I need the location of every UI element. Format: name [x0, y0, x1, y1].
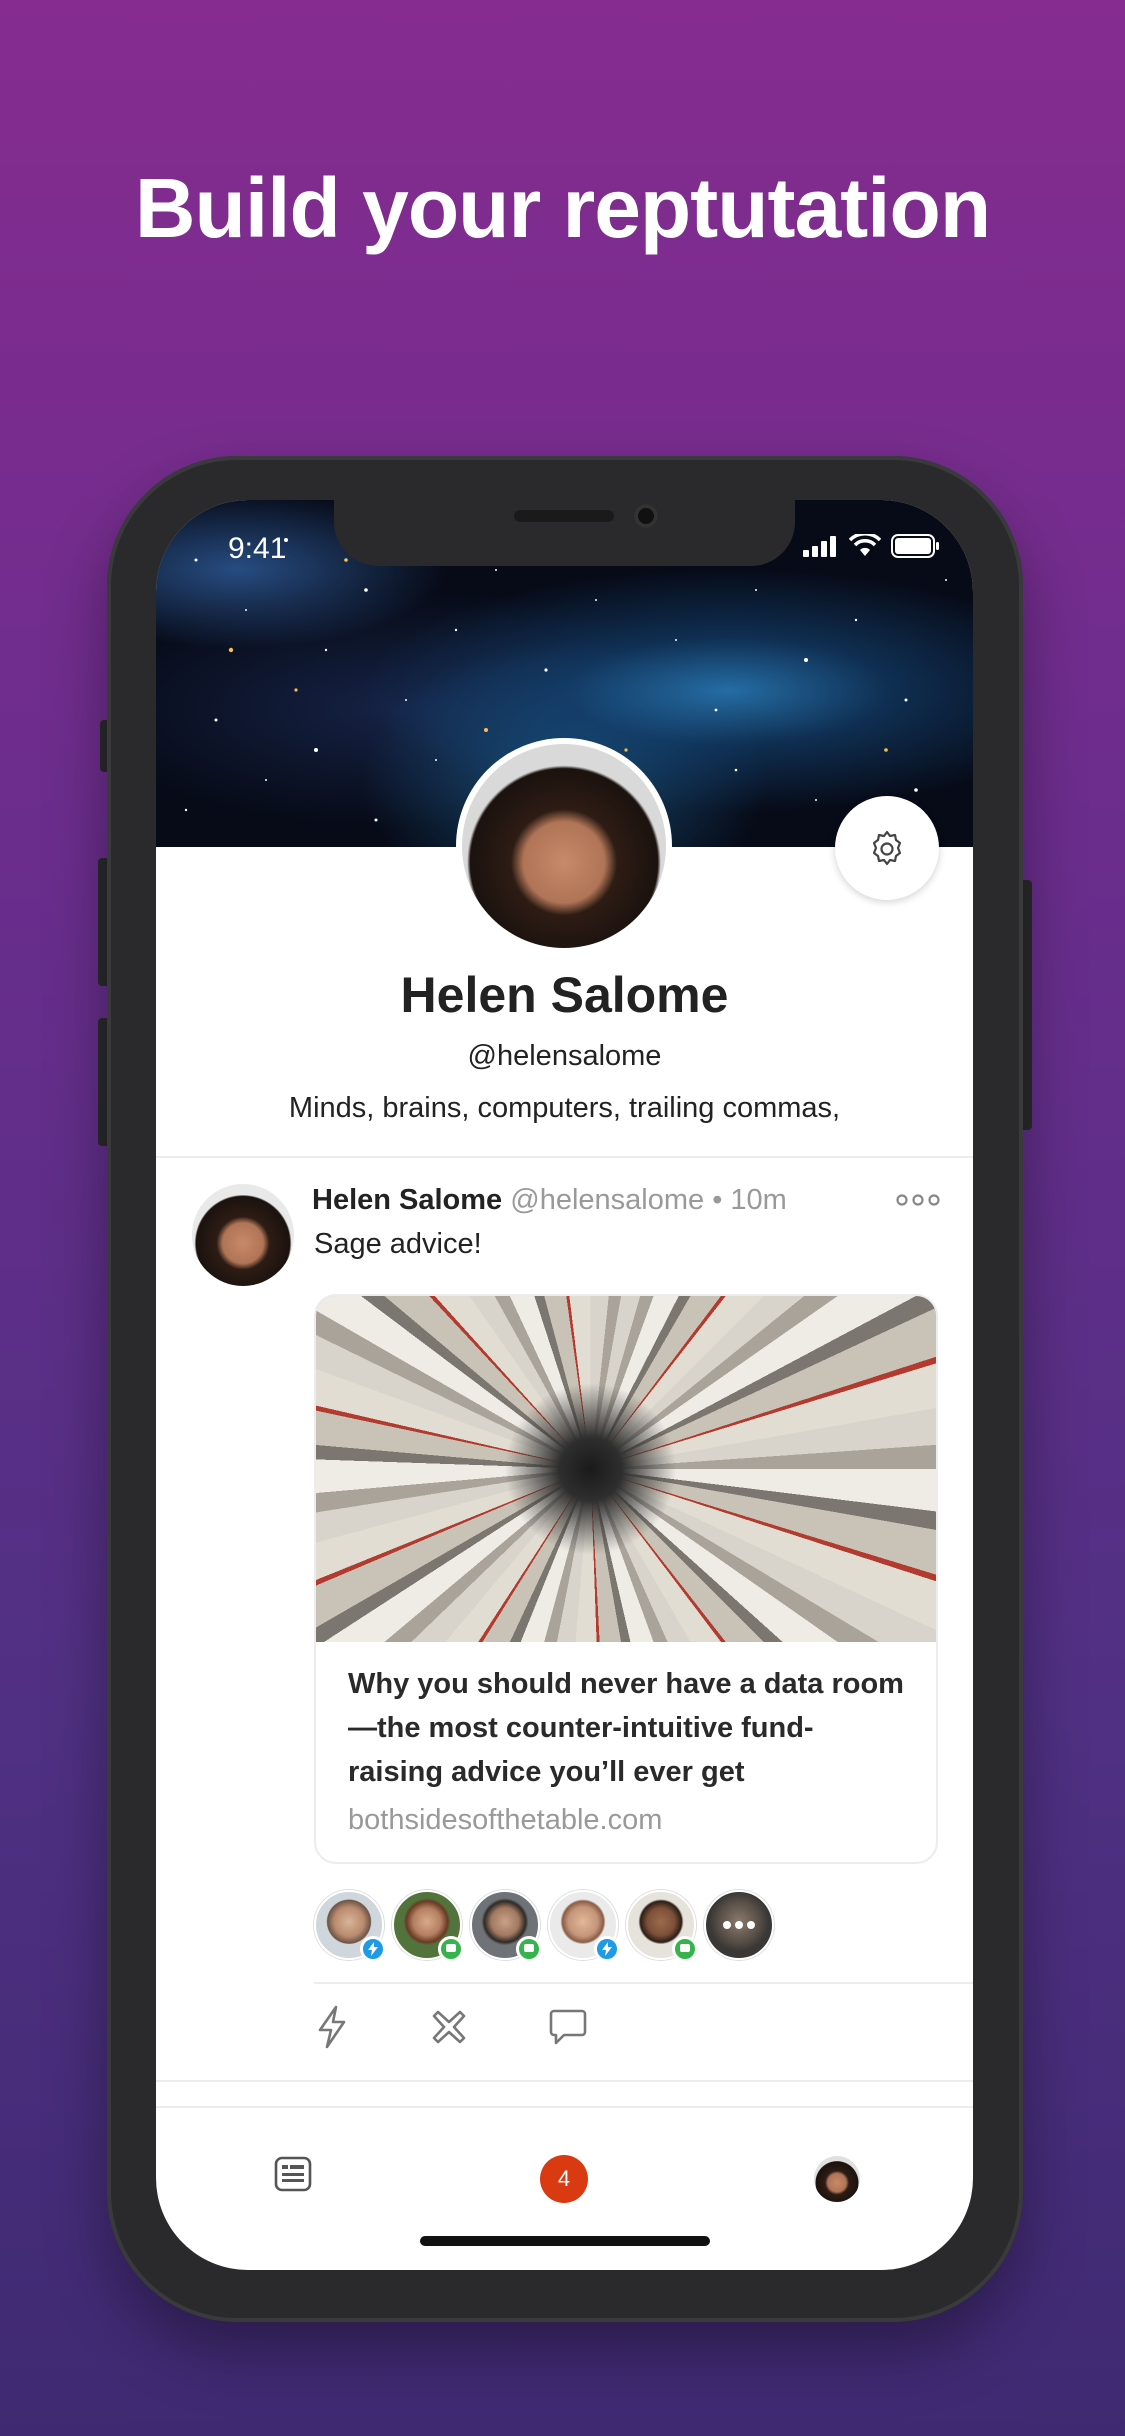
post-author-name[interactable]: Helen Salome	[312, 1184, 502, 1216]
home-indicator	[420, 2236, 710, 2246]
post-actions	[314, 2004, 588, 2050]
reactor-avatar[interactable]	[626, 1890, 698, 1962]
profile-tab-avatar[interactable]	[814, 2156, 860, 2202]
front-camera	[634, 504, 658, 528]
lightning-badge-icon	[594, 1936, 620, 1962]
message-badge-icon	[438, 1936, 464, 1962]
speaker-grille	[514, 510, 614, 522]
notifications-tab-badge[interactable]: 4	[540, 2155, 588, 2203]
profile-avatar[interactable]	[456, 738, 672, 954]
phone-screen: 9:41 Helen Salome @helensalome Minds, br…	[156, 500, 973, 2270]
link-preview-card[interactable]: Why you should never have a data room—th…	[314, 1294, 938, 1864]
battery-icon	[891, 534, 939, 558]
wifi-icon	[849, 534, 881, 556]
reactions-divider	[314, 1982, 973, 1984]
message-badge-icon	[672, 1936, 698, 1962]
post-header: Helen Salome @helensalome • 10m	[312, 1184, 952, 1217]
post-bottom-divider	[156, 2080, 973, 2082]
link-preview-title: Why you should never have a data room—th…	[348, 1668, 904, 1788]
reactor-avatar[interactable]	[548, 1890, 620, 1962]
profile-divider	[156, 1156, 973, 1158]
settings-button[interactable]	[835, 796, 939, 900]
profile-bio: Minds, brains, computers, trailing comma…	[288, 1092, 841, 1124]
message-badge-icon	[516, 1936, 542, 1962]
reactor-avatar[interactable]	[392, 1890, 464, 1962]
post-author-avatar[interactable]	[192, 1184, 294, 1286]
link-preview-domain: bothsidesofthetable.com	[348, 1804, 663, 1836]
more-options-icon[interactable]	[896, 1190, 940, 1210]
gear-icon	[872, 830, 902, 866]
lightning-badge-icon	[360, 1936, 386, 1962]
reactor-avatar[interactable]	[314, 1890, 386, 1962]
profile-handle: @helensalome	[467, 1040, 662, 1072]
status-time: 9:41	[228, 532, 287, 565]
headline: Build your reptutation	[134, 161, 991, 255]
cross-icon[interactable]	[430, 2008, 468, 2046]
lightning-icon[interactable]	[314, 2004, 350, 2050]
post-time: 10m	[730, 1184, 787, 1216]
phone-notch	[334, 500, 795, 566]
post-author-handle[interactable]: @helensalome	[510, 1184, 704, 1216]
post-separator: •	[712, 1184, 723, 1216]
more-reactors-button[interactable]	[704, 1890, 774, 1960]
post-text: Sage advice!	[314, 1228, 482, 1260]
link-preview-image	[316, 1296, 936, 1642]
status-icons	[803, 534, 941, 558]
comment-icon[interactable]	[548, 2007, 588, 2047]
reactor-avatar[interactable]	[470, 1890, 542, 1962]
signal-icon	[803, 536, 836, 557]
feed-tab-icon[interactable]	[273, 2154, 313, 2194]
profile-avatar-photo	[462, 744, 666, 948]
profile-name: Helen Salome	[400, 967, 729, 1023]
reactor-avatars	[314, 1890, 774, 1962]
ellipsis-icon	[723, 1921, 755, 1929]
